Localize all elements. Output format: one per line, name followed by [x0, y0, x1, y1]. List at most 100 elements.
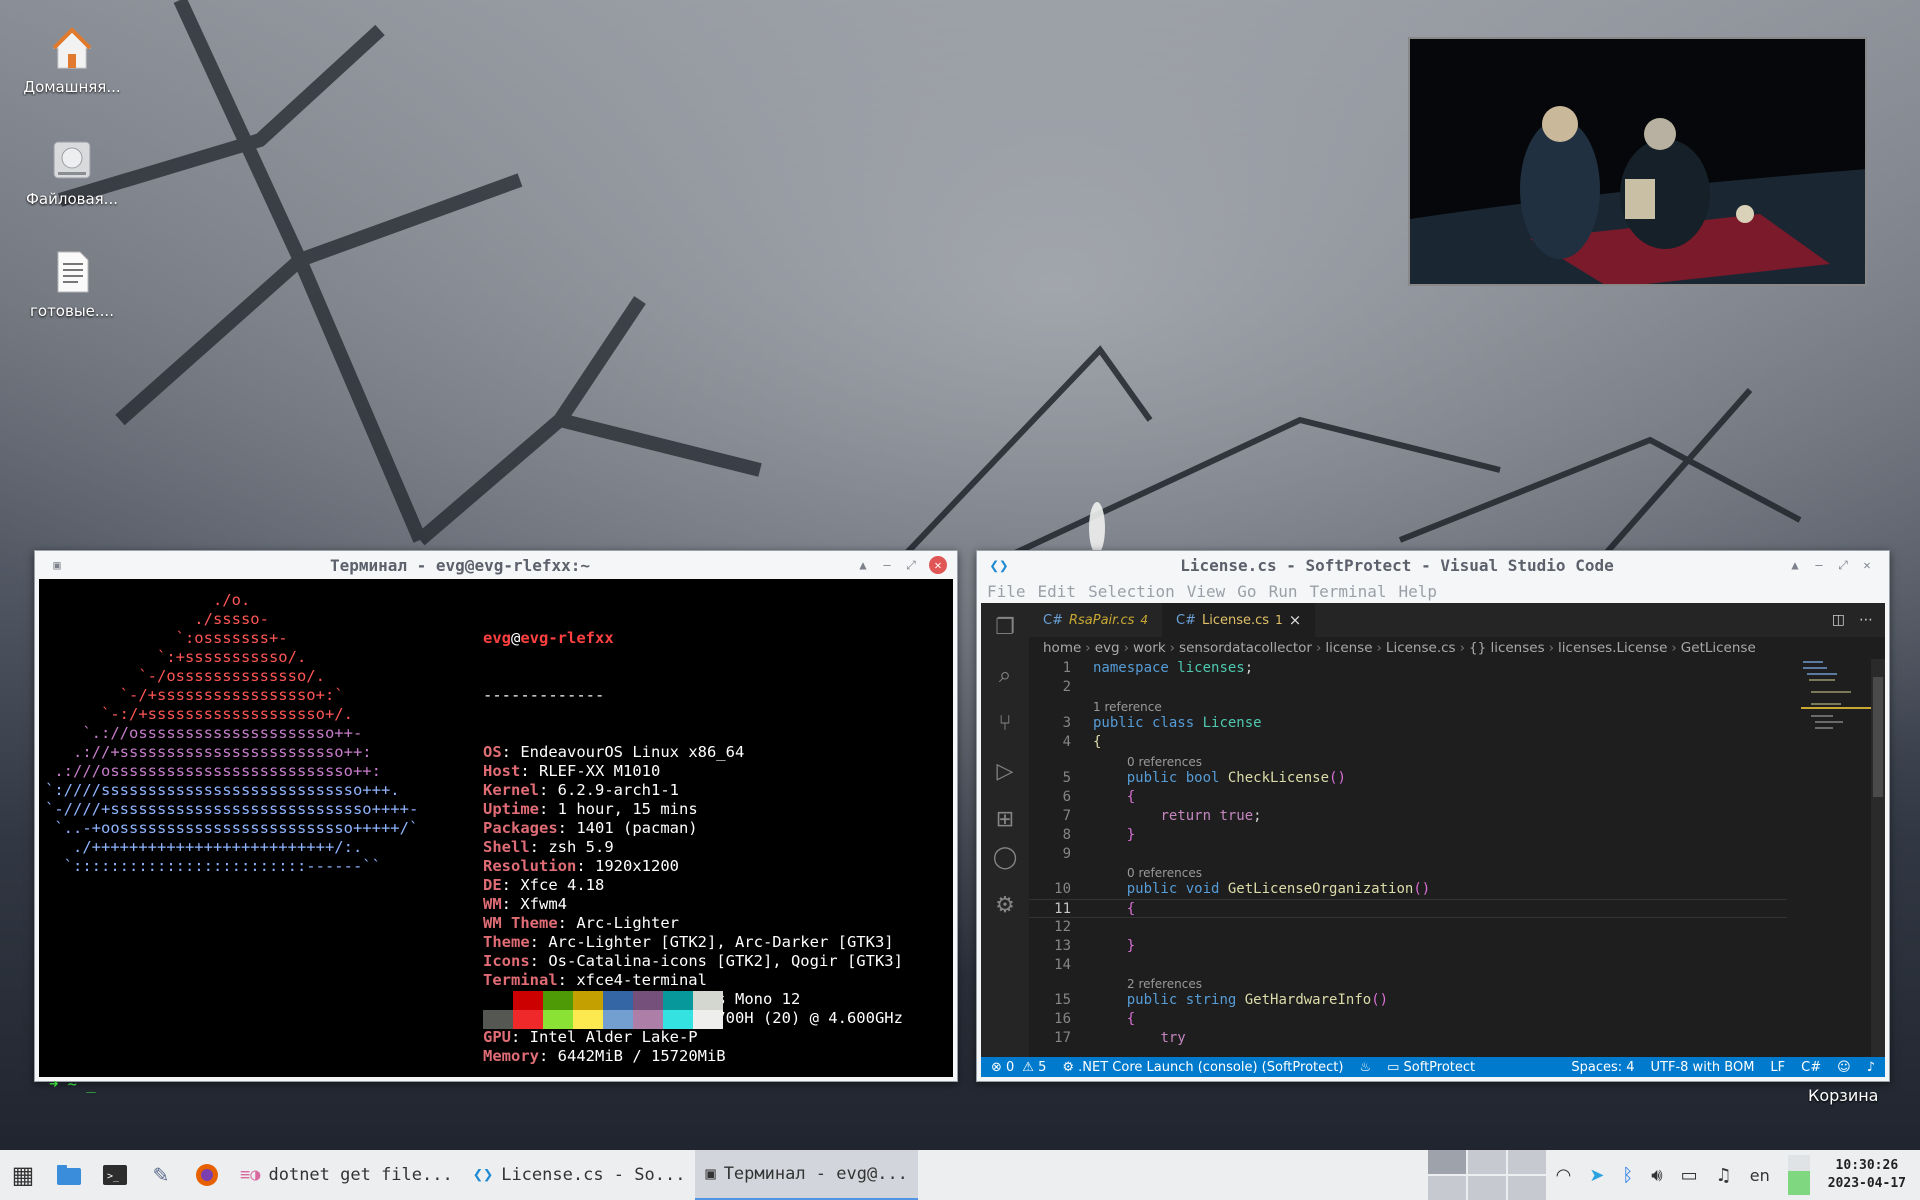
terminal-window[interactable]: ▣ Терминал - evg@evg-rlefxx:~ ▲ — ⤢ ✕ ./…	[34, 550, 958, 1093]
tab-close-icon[interactable]: ×	[1289, 611, 1302, 629]
minimap[interactable]	[1801, 659, 1871, 779]
trash-icon-label[interactable]: Корзина	[1808, 1086, 1878, 1105]
info-key: OS	[483, 743, 502, 761]
task-terminal[interactable]: ▣ Терминал - evg@...	[695, 1150, 918, 1200]
vscode-window[interactable]: ❮❯ License.cs - SoftProtect - Visual Stu…	[976, 550, 1890, 1082]
feedback-icon[interactable]: ☺	[1837, 1060, 1851, 1075]
encoding[interactable]: UTF-8 with BOM	[1651, 1060, 1755, 1075]
explorer-icon[interactable]: ❐	[981, 603, 1029, 651]
run-debug-icon[interactable]: ▷	[981, 747, 1029, 795]
clock[interactable]: 10:30:26 2023-04-17	[1828, 1157, 1906, 1193]
info-row: Memory: 6442MiB / 15720MiB	[483, 1047, 726, 1065]
task-vscode[interactable]: ❮❯ License.cs - So...	[463, 1150, 696, 1200]
breadcrumb-item[interactable]: home	[1043, 640, 1081, 656]
breadcrumb-item[interactable]: sensordatacollector	[1179, 640, 1312, 656]
video-player-window[interactable]	[1408, 37, 1867, 286]
task-dotnet[interactable]: ≡◑ dotnet get file...	[230, 1150, 463, 1200]
ascii-line: `-/ossssssssssssso/.	[45, 667, 325, 685]
code-lens[interactable]: 2 references	[1127, 976, 1202, 992]
breadcrumb-item[interactable]: {} licenses	[1469, 640, 1545, 656]
telegram-icon[interactable]: ➤	[1589, 1165, 1604, 1186]
settings-gear-icon[interactable]: ⚙	[981, 881, 1029, 929]
breadcrumb-item[interactable]: License.cs	[1386, 640, 1456, 656]
terminal-titlebar[interactable]: ▣ Терминал - evg@evg-rlefxx:~ ▲ — ⤢ ✕	[35, 551, 957, 579]
desktop-icon-filesystem[interactable]: Файловая...	[20, 136, 124, 208]
desktop-icon-home[interactable]: Домашняя...	[20, 24, 124, 96]
firefox-icon[interactable]	[184, 1150, 230, 1200]
menu-run[interactable]: Run	[1269, 582, 1298, 601]
breadcrumb-item[interactable]: GetLicense	[1681, 640, 1756, 656]
code-token: public bool	[1126, 770, 1220, 786]
breadcrumb-item[interactable]: licenses.License	[1558, 640, 1667, 656]
code-editor[interactable]: 1 namespace licenses; 2 1 reference 3 publ…	[1029, 659, 1867, 1057]
menu-go[interactable]: Go	[1237, 582, 1256, 601]
info-key: Packages	[483, 819, 558, 837]
volume-icon[interactable]: 🔊︎	[1651, 1165, 1662, 1186]
menu-view[interactable]: View	[1187, 582, 1226, 601]
wifi-icon[interactable]: ◠	[1556, 1165, 1572, 1186]
errors-count[interactable]: ⊗ 0	[991, 1060, 1014, 1075]
menu-file[interactable]: File	[987, 582, 1026, 601]
workspace-5[interactable]	[1467, 1176, 1506, 1200]
editor-scrollbar[interactable]	[1871, 659, 1885, 1057]
breadcrumb-item[interactable]: work	[1133, 640, 1166, 656]
workspace-6[interactable]	[1507, 1176, 1546, 1200]
color-swatch	[663, 1010, 693, 1029]
bluetooth-icon[interactable]: ᛒ	[1622, 1165, 1633, 1186]
vscode-titlebar[interactable]: ❮❯ License.cs - SoftProtect - Visual Stu…	[977, 551, 1889, 579]
close-icon[interactable]: ✕	[1855, 558, 1879, 572]
minimize-icon[interactable]: —	[875, 558, 899, 572]
warnings-count[interactable]: ⚠ 5	[1022, 1060, 1046, 1075]
indentation[interactable]: Spaces: 4	[1571, 1060, 1634, 1075]
workspace-4[interactable]	[1427, 1176, 1466, 1200]
shell-prompt[interactable]: ➜ ~ _	[49, 1075, 96, 1094]
code-lens[interactable]: 1 reference	[1093, 699, 1162, 715]
battery-icon[interactable]: ▭	[1681, 1165, 1698, 1186]
menu-edit[interactable]: Edit	[1038, 582, 1077, 601]
breadcrumb-item[interactable]: evg	[1095, 640, 1120, 656]
workspace-2[interactable]	[1467, 1150, 1506, 1174]
info-key: Theme	[483, 933, 530, 951]
scrollbar-thumb[interactable]	[1873, 677, 1883, 797]
launch-config[interactable]: ⚙ .NET Core Launch (console) (SoftProtec…	[1062, 1060, 1343, 1075]
tab-license[interactable]: C# License.cs 1 ×	[1162, 603, 1316, 637]
terminal-output[interactable]: ./o. ./sssso- `:osssssss+- `:+ssssssssss…	[39, 579, 953, 1093]
project-selector[interactable]: ▭ SoftProtect	[1387, 1060, 1475, 1075]
text-editor-icon[interactable]: ✎	[138, 1150, 184, 1200]
ascii-line: ./sssso-	[45, 610, 269, 628]
info-key: Uptime	[483, 800, 539, 818]
maximize-icon[interactable]: ⤢	[899, 558, 923, 573]
line-number: 9	[1062, 846, 1071, 862]
search-icon[interactable]: ⌕	[981, 651, 1029, 699]
close-icon[interactable]: ✕	[929, 556, 947, 574]
code-lens[interactable]: 0 references	[1127, 754, 1202, 770]
tab-rsapair[interactable]: C# RsaPair.cs 4	[1029, 603, 1162, 637]
maximize-icon[interactable]: ⤢	[1831, 558, 1855, 573]
notifications-bell-icon[interactable]: ♪	[1867, 1060, 1875, 1075]
shade-icon[interactable]: ▲	[851, 558, 875, 572]
split-editor-icon[interactable]: ◫	[1832, 612, 1845, 628]
terminal-launcher-icon[interactable]: >_	[92, 1150, 138, 1200]
menu-help[interactable]: Help	[1399, 582, 1438, 601]
desktop-icon-document[interactable]: готовые....	[20, 248, 124, 320]
flame-icon[interactable]: ♨	[1359, 1060, 1371, 1075]
separator: -------------	[483, 686, 605, 704]
workspace-switcher[interactable]	[1427, 1150, 1546, 1200]
file-manager-icon[interactable]	[46, 1150, 92, 1200]
menu-selection[interactable]: Selection	[1088, 582, 1175, 601]
minimize-icon[interactable]: —	[1807, 558, 1831, 572]
menu-terminal[interactable]: Terminal	[1309, 582, 1386, 601]
notifications-icon[interactable]: ♫	[1716, 1165, 1732, 1186]
app-menu-grid-icon[interactable]: ▦	[0, 1150, 46, 1200]
shade-icon[interactable]: ▲	[1783, 558, 1807, 572]
account-icon[interactable]: ◯	[981, 833, 1029, 881]
keyboard-layout[interactable]: en	[1750, 1166, 1770, 1185]
breadcrumb-item[interactable]: license	[1325, 640, 1372, 656]
language-mode[interactable]: C#	[1801, 1060, 1821, 1075]
workspace-3[interactable]	[1507, 1150, 1546, 1174]
workspace-1[interactable]	[1427, 1150, 1466, 1174]
code-lens[interactable]: 0 references	[1127, 865, 1202, 881]
more-actions-icon[interactable]: ⋯	[1859, 612, 1873, 628]
line-ending[interactable]: LF	[1770, 1060, 1785, 1075]
source-control-icon[interactable]: ⑂	[981, 699, 1029, 747]
